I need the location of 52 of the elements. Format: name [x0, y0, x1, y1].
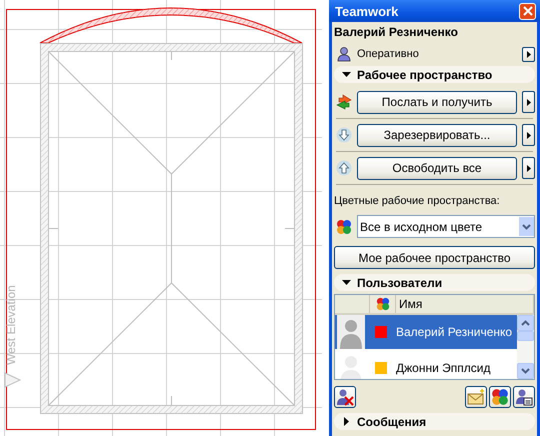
window-title: Teamwork	[335, 4, 398, 18]
user-info-button[interactable]	[513, 386, 535, 408]
action-menu-button[interactable]	[522, 157, 535, 179]
section-title: Сообщения	[357, 414, 426, 428]
user-name-cell: Валерий Резниченко	[396, 325, 512, 339]
my-workspace-button[interactable]: Мое рабочее пространство	[334, 246, 535, 269]
color-mode-label: Цветные рабочие пространства:	[334, 195, 501, 207]
close-button[interactable]	[519, 2, 536, 20]
action-button[interactable]: Освободить все	[357, 156, 517, 180]
section-title: Рабочее пространство	[357, 68, 492, 82]
scroll-down-icon	[521, 368, 530, 374]
up-arrow-icon	[336, 160, 352, 176]
section-header[interactable]: Рабочее пространство	[334, 66, 535, 83]
elevation-marker[interactable]	[4, 372, 22, 388]
color-wheel-icon	[491, 388, 509, 406]
view-label: West Elevation	[4, 285, 18, 365]
action-button[interactable]: Послать и получить	[357, 90, 517, 114]
user-icon	[336, 46, 352, 62]
user-name: Валерий Резниченко	[334, 24, 459, 41]
user-colors-button[interactable]	[489, 386, 511, 408]
scroll-up-icon	[521, 320, 530, 326]
action-menu-button[interactable]	[522, 124, 535, 146]
menu-arrow-icon	[526, 132, 530, 138]
expand-arrow-icon	[342, 70, 351, 79]
user-row[interactable]: Валерий Резниченко	[335, 315, 517, 349]
remove-user-icon	[336, 388, 354, 406]
menu-arrow-icon	[526, 50, 530, 58]
remove-user-button[interactable]	[334, 386, 356, 408]
close-icon	[522, 6, 532, 16]
envelope-icon	[467, 388, 485, 406]
section-title: Пользователи	[357, 276, 442, 290]
user-name-cell: Джонни Эпплсид	[396, 361, 490, 375]
user-row[interactable]: Джонни Эпплсид	[335, 351, 517, 379]
status-label: Оперативно	[357, 48, 420, 60]
expand-arrow-icon	[342, 278, 351, 287]
scrollbar[interactable]	[517, 315, 534, 379]
section-header[interactable]: Сообщения	[334, 413, 535, 430]
user-card-icon	[515, 388, 533, 406]
color-wheel-icon	[336, 218, 352, 234]
color-mode-dropdown[interactable]: Все в исходном цвете	[357, 215, 535, 238]
menu-arrow-icon	[526, 164, 530, 172]
scroll-thumb[interactable]	[517, 331, 534, 341]
color-wheel-icon	[376, 297, 390, 311]
swap-arrows-icon	[336, 94, 352, 110]
menu-arrow-icon	[526, 98, 530, 106]
status-menu-button[interactable]	[522, 46, 535, 62]
new-message-button[interactable]	[465, 386, 487, 408]
down-arrow-icon	[336, 127, 352, 143]
action-menu-button[interactable]	[522, 91, 535, 113]
section-header[interactable]: Пользователи	[334, 274, 535, 291]
expand-arrow-icon	[342, 417, 351, 426]
action-button[interactable]: Зарезервировать...	[357, 124, 517, 146]
